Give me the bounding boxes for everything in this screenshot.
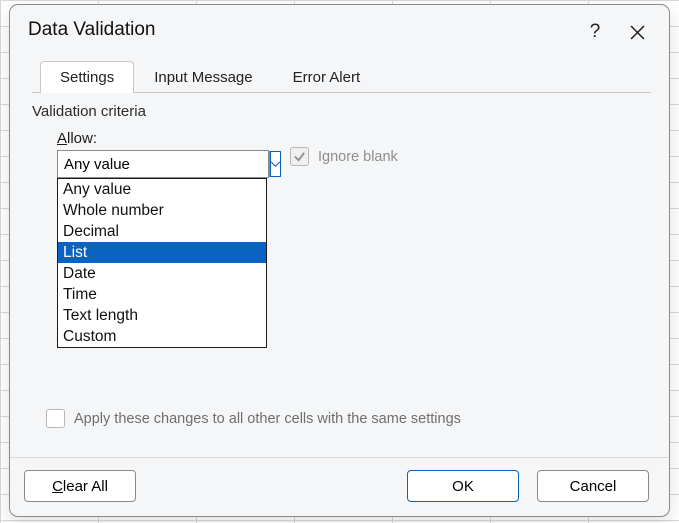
clear-all-button[interactable]: Clear All: [24, 470, 136, 502]
dialog-title: Data Validation: [28, 19, 155, 41]
tab-input-message[interactable]: Input Message: [134, 61, 272, 93]
ignore-blank-label: Ignore blank: [318, 149, 398, 165]
tab-panel-settings: Validation criteria Allow: Any valueWhol…: [32, 92, 651, 178]
help-button[interactable]: ?: [581, 18, 609, 46]
allow-option-text-length[interactable]: Text length: [58, 305, 266, 326]
allow-option-any-value[interactable]: Any value: [58, 179, 266, 200]
check-icon: [293, 150, 306, 163]
ignore-blank-checkbox: [290, 147, 309, 166]
allow-combo[interactable]: [57, 150, 269, 178]
allow-option-custom[interactable]: Custom: [58, 326, 266, 347]
allow-label: Allow:: [57, 130, 651, 147]
allow-option-whole-number[interactable]: Whole number: [58, 200, 266, 221]
ignore-blank-row: Ignore blank: [290, 147, 398, 166]
tab-strip: Settings Input Message Error Alert: [40, 61, 651, 93]
close-button[interactable]: [623, 18, 651, 46]
ok-button[interactable]: OK: [407, 470, 519, 502]
allow-dropdown-list[interactable]: Any valueWhole numberDecimalListDateTime…: [57, 178, 267, 348]
allow-option-date[interactable]: Date: [58, 263, 266, 284]
apply-others-label: Apply these changes to all other cells w…: [74, 411, 461, 427]
tab-settings[interactable]: Settings: [40, 61, 134, 93]
help-icon: ?: [590, 21, 601, 43]
allow-option-list[interactable]: List: [58, 242, 266, 263]
allow-option-decimal[interactable]: Decimal: [58, 221, 266, 242]
allow-option-time[interactable]: Time: [58, 284, 266, 305]
dialog-body: Settings Input Message Error Alert Valid…: [10, 55, 669, 516]
allow-combo-button[interactable]: [269, 151, 281, 177]
allow-combo-input[interactable]: [58, 156, 269, 173]
titlebar: Data Validation ?: [10, 5, 669, 55]
cancel-button[interactable]: Cancel: [537, 470, 649, 502]
apply-others-checkbox: [46, 409, 65, 428]
close-icon: [630, 25, 645, 40]
tab-error-alert[interactable]: Error Alert: [273, 61, 381, 93]
dialog-footer: Clear All OK Cancel: [10, 457, 669, 502]
chevron-down-icon: [270, 161, 281, 168]
data-validation-dialog: Data Validation ? Settings Input Message…: [9, 4, 670, 517]
apply-others-row: Apply these changes to all other cells w…: [46, 409, 461, 428]
allow-combo-wrap: Any valueWhole numberDecimalListDateTime…: [57, 150, 269, 178]
validation-criteria-label: Validation criteria: [32, 103, 651, 120]
